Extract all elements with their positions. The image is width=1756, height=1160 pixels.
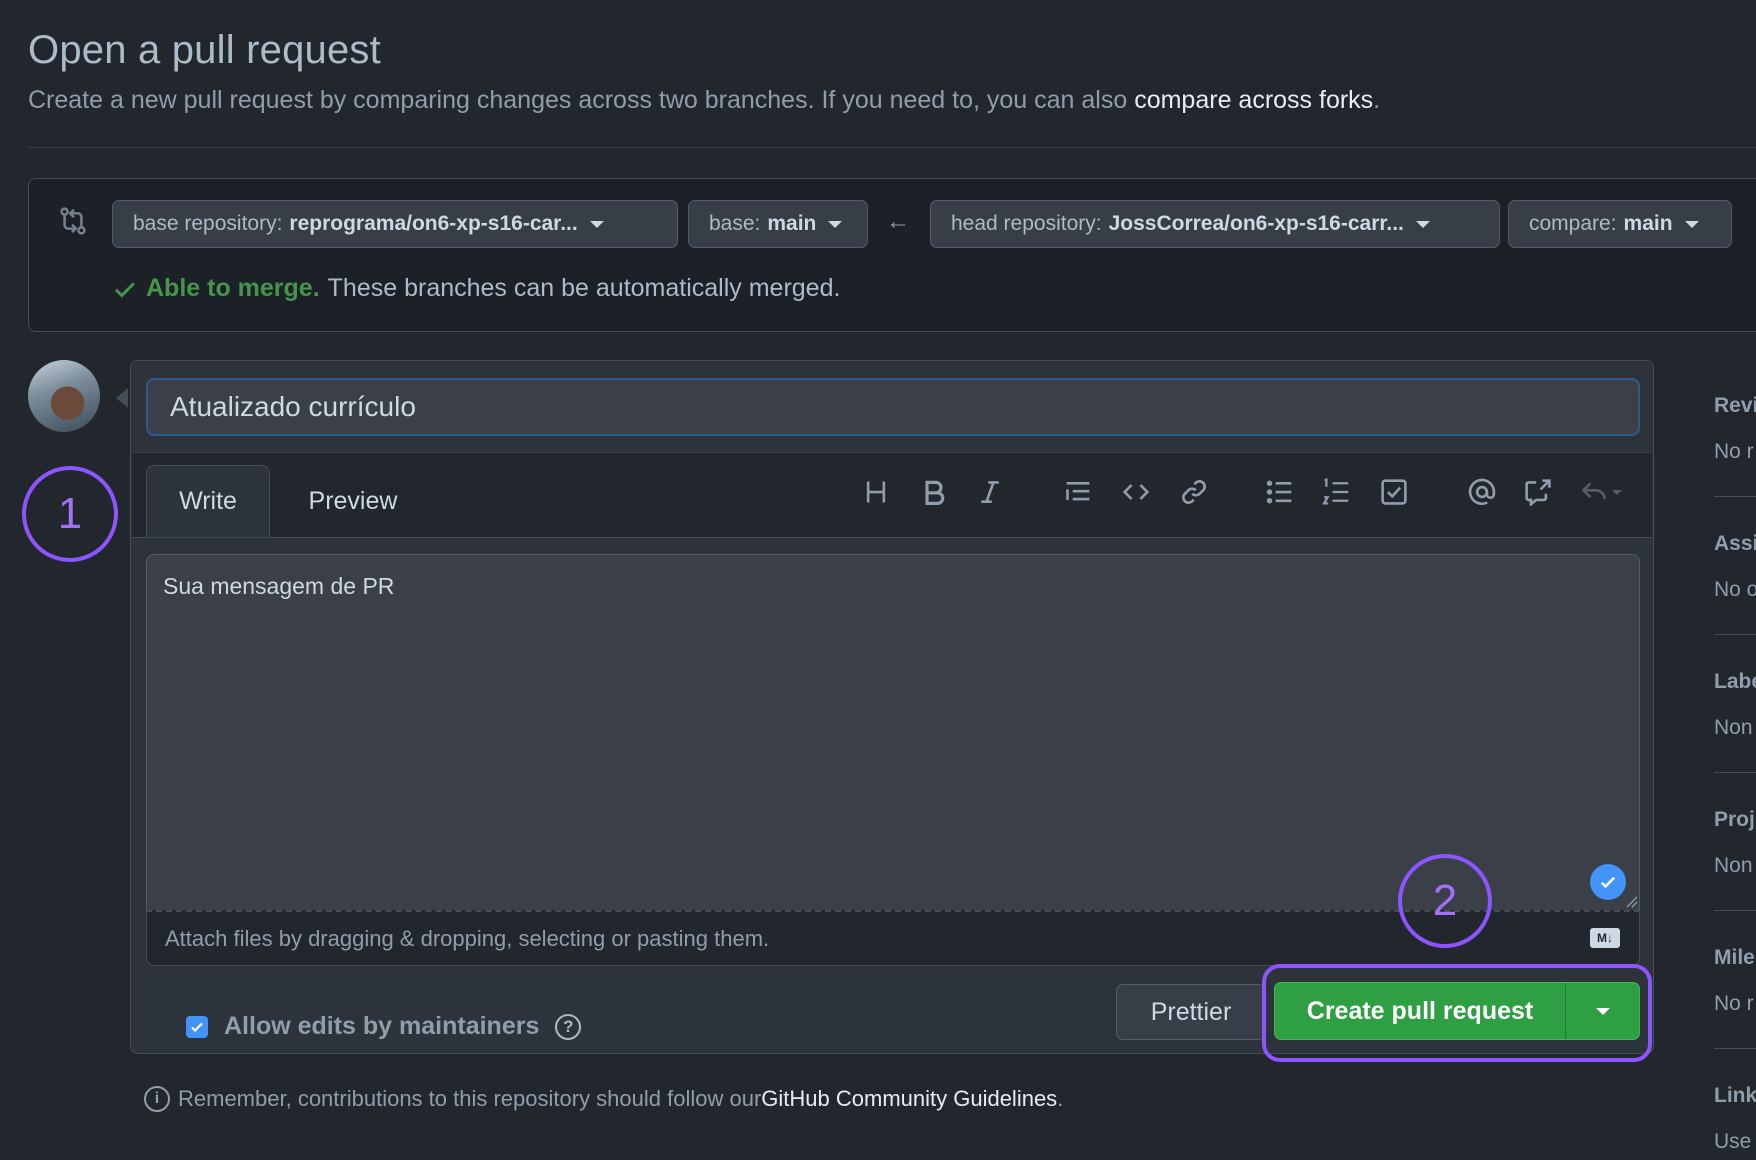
header-divider: [28, 147, 1756, 148]
sidebar-divider: [1714, 772, 1756, 773]
base-repo-value: reprograma/on6-xp-s16-car...: [289, 212, 578, 235]
link-icon[interactable]: [1176, 474, 1212, 510]
tab-preview[interactable]: Preview: [290, 465, 416, 537]
base-label: base:: [709, 212, 761, 235]
sidebar-divider: [1714, 1048, 1756, 1049]
pr-title-input[interactable]: [146, 378, 1640, 436]
sidebar-assignees[interactable]: Assi No o: [1714, 532, 1756, 602]
compare-across-forks-link[interactable]: compare across forks: [1134, 86, 1373, 114]
sidebar-value: Non: [1714, 854, 1753, 877]
mention-icon[interactable]: [1464, 474, 1500, 510]
sidebar-value: No r: [1714, 440, 1754, 463]
sidebar-divider: [1714, 634, 1756, 635]
head-repo-value: JossCorrea/on6-xp-s16-carr...: [1108, 212, 1404, 235]
check-icon: [115, 281, 135, 298]
sidebar-value: Use: [1714, 1130, 1752, 1153]
cross-reference-icon[interactable]: [1520, 474, 1556, 510]
avatar[interactable]: [28, 360, 100, 432]
sidebar-reviewers[interactable]: Revi No r: [1714, 394, 1756, 464]
bold-icon[interactable]: [916, 474, 952, 510]
task-list-icon[interactable]: [1376, 474, 1412, 510]
sidebar-value: No o: [1714, 578, 1756, 601]
compare-branch-select[interactable]: compare: main: [1508, 200, 1732, 248]
sidebar-heading: Link: [1714, 1084, 1756, 1107]
base-repository-select[interactable]: base repository: reprograma/on6-xp-s16-ca…: [112, 200, 678, 248]
sidebar-heading: Mile: [1714, 946, 1755, 969]
sidebar-value: No r: [1714, 992, 1754, 1015]
code-icon[interactable]: [1118, 474, 1154, 510]
chevron-down-icon: [589, 220, 604, 228]
head-repo-label: head repository:: [951, 212, 1102, 235]
merge-ok-text: Able to merge.: [146, 274, 320, 302]
check-circle-icon: [1590, 864, 1626, 900]
allow-edits-row: Allow edits by maintainers ?: [186, 1012, 582, 1041]
merge-description: These branches can be automatically merg…: [327, 274, 841, 302]
allow-edits-label[interactable]: Allow edits by maintainers: [224, 1012, 539, 1041]
sidebar-value: Non: [1714, 716, 1753, 739]
head-repository-select[interactable]: head repository: JossCorrea/on6-xp-s16-ca…: [930, 200, 1500, 248]
subtitle-end: .: [1373, 86, 1381, 114]
git-compare-icon: [60, 207, 86, 235]
chevron-down-icon: [1415, 220, 1430, 228]
step-2-annotation: 2: [1398, 854, 1492, 948]
tab-write[interactable]: Write: [146, 465, 270, 537]
question-icon[interactable]: ?: [555, 1013, 582, 1040]
page-title: Open a pull request: [28, 28, 381, 72]
chevron-down-icon: [1684, 220, 1699, 228]
sidebar-milestone[interactable]: Mile No r: [1714, 946, 1756, 1016]
sidebar-divider: [1714, 910, 1756, 911]
chevron-down-icon: [1612, 489, 1622, 495]
compare-branch-value: main: [1623, 212, 1673, 235]
allow-edits-checkbox[interactable]: [186, 1015, 208, 1038]
page-subtitle: Create a new pull request by comparing c…: [28, 86, 1380, 115]
bulleted-list-icon[interactable]: [1262, 474, 1298, 510]
sidebar-labels[interactable]: Labe Non: [1714, 670, 1756, 740]
sidebar-linked-issues[interactable]: Link Use: [1714, 1084, 1756, 1154]
arrow-left-icon: ←: [886, 208, 910, 235]
subtitle-text: Create a new pull request by comparing c…: [28, 86, 1135, 114]
prettier-button[interactable]: Prettier: [1116, 984, 1266, 1040]
resize-handle-icon[interactable]: [1624, 894, 1638, 908]
italic-icon[interactable]: [972, 474, 1008, 510]
merge-status: Able to merge. These branches can be aut…: [112, 274, 840, 303]
sidebar-heading: Revi: [1714, 394, 1756, 417]
contribution-notice: i Remember, contributions to this reposi…: [144, 1086, 1063, 1112]
base-branch-value: main: [767, 212, 817, 235]
sidebar-projects[interactable]: Proj Non: [1714, 808, 1756, 878]
sidebar-heading: Labe: [1714, 670, 1756, 693]
chevron-down-icon: [828, 220, 843, 228]
heading-icon[interactable]: [858, 474, 894, 510]
avatar-pointer: [116, 388, 128, 408]
sidebar-heading: Proj: [1714, 808, 1755, 831]
numbered-list-icon[interactable]: [1318, 474, 1354, 510]
step-1-annotation: 1: [22, 466, 118, 562]
info-icon: i: [144, 1086, 170, 1112]
create-button-highlight: [1262, 964, 1652, 1062]
compare-label: compare:: [1529, 212, 1617, 235]
sidebar-divider: [1714, 496, 1756, 497]
pr-body-textarea[interactable]: Sua mensagem de PR: [146, 554, 1640, 910]
sidebar-heading: Assi: [1714, 532, 1756, 555]
base-repo-label: base repository:: [133, 212, 283, 235]
guidelines-text: Remember, contributions to this reposito…: [178, 1086, 762, 1111]
community-guidelines-link[interactable]: GitHub Community Guidelines: [761, 1086, 1057, 1112]
reply-icon[interactable]: [1580, 474, 1632, 510]
guidelines-end: .: [1057, 1086, 1064, 1111]
markdown-icon[interactable]: M↓: [1590, 928, 1620, 948]
base-branch-select[interactable]: base: main: [688, 200, 868, 248]
quote-icon[interactable]: [1060, 474, 1096, 510]
